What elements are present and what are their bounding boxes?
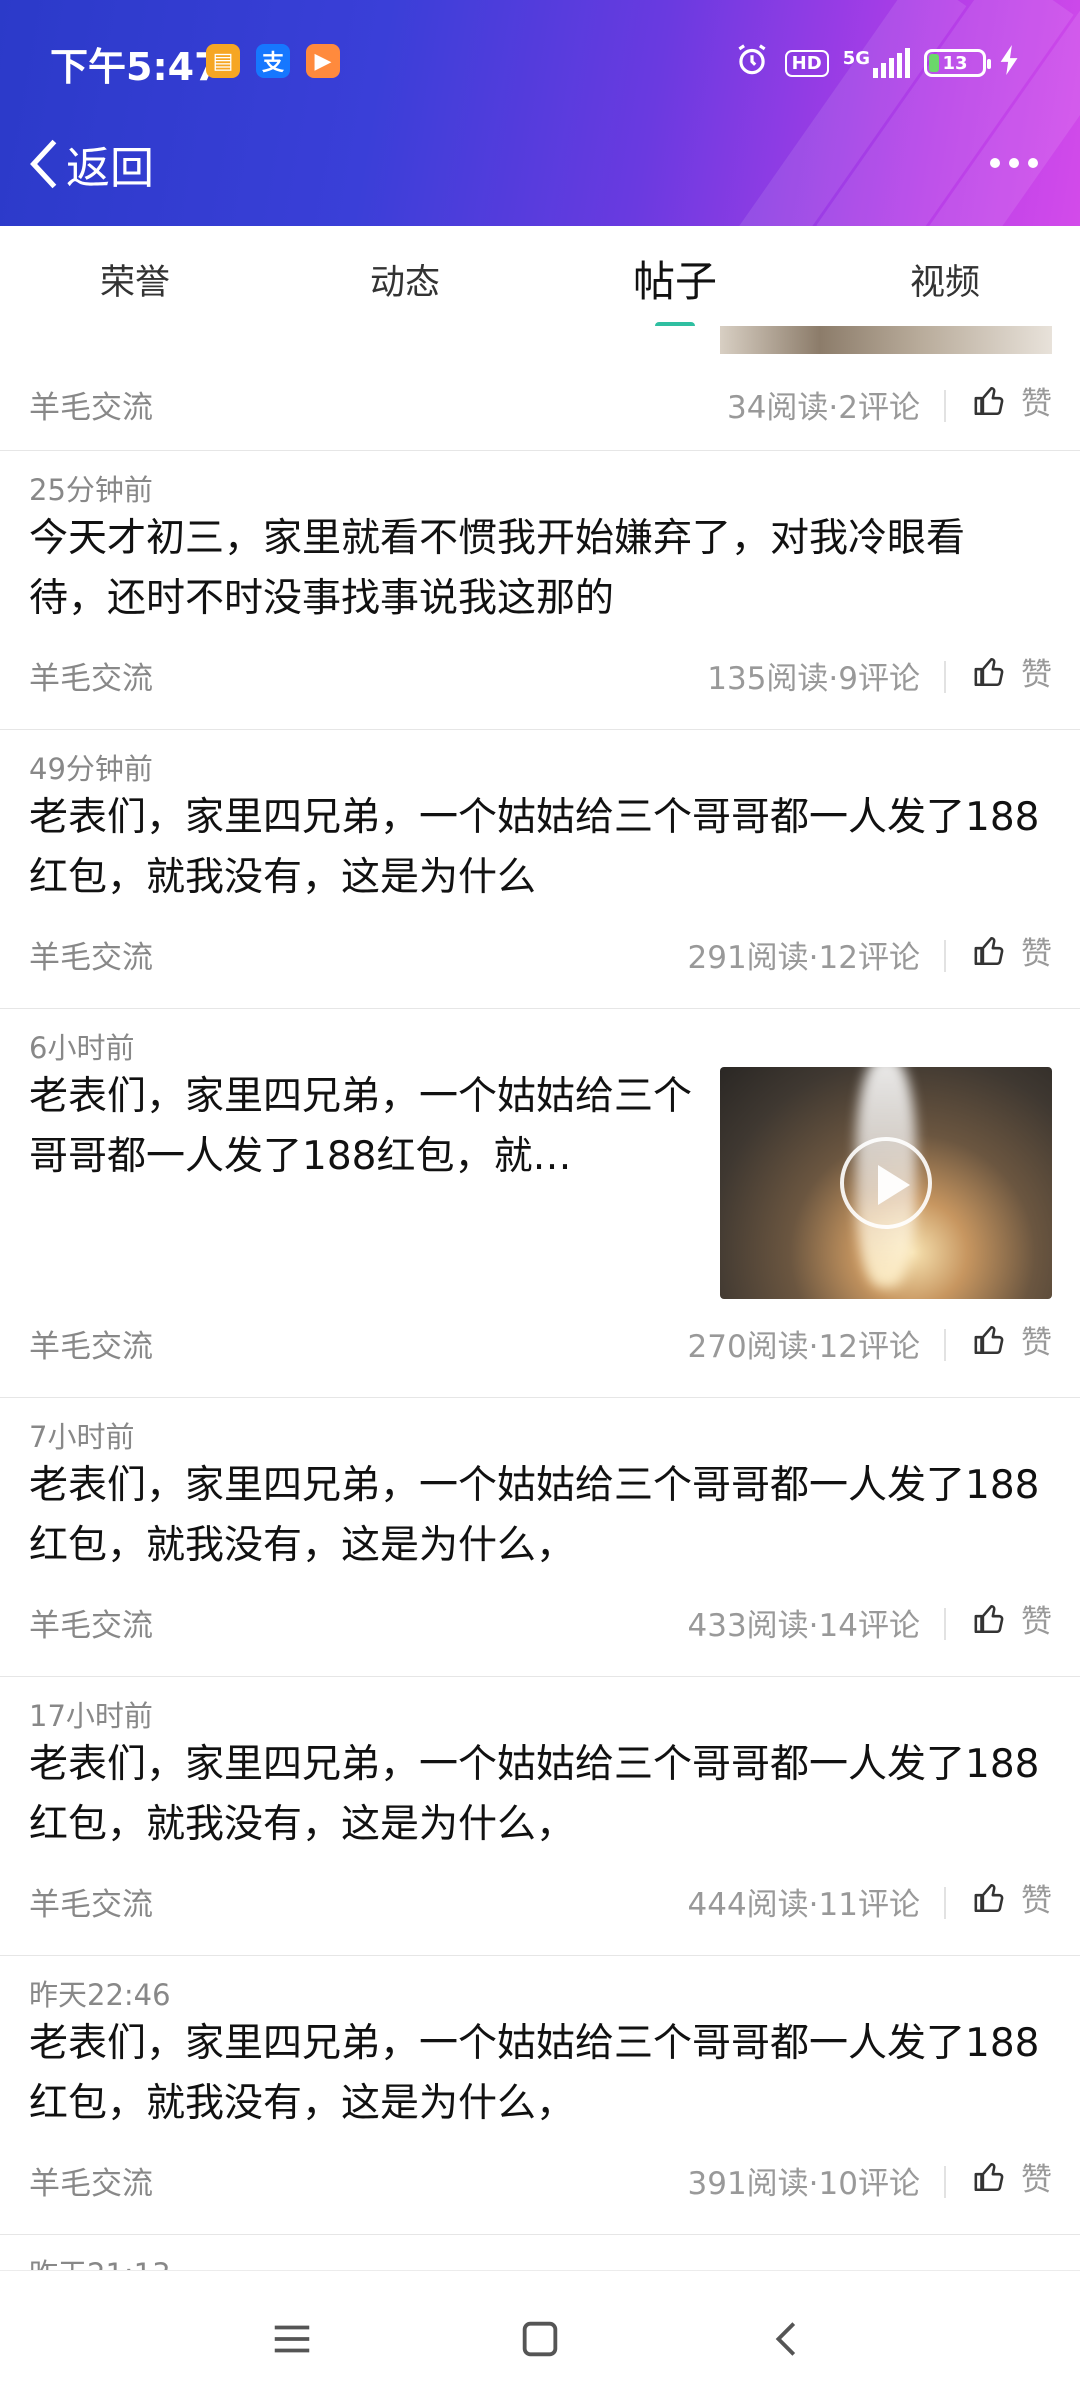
post-title[interactable]: 老表们，家里四兄弟，一个姑姑给三个哥哥都一人发了188红包，就我没有，这是为什么… bbox=[29, 1456, 1042, 1576]
list-item[interactable]: 25分钟前 今天才初三，家里就看不惯我开始嫌弃了，对我冷眼看待，还时不时没事找事… bbox=[0, 451, 1080, 730]
post-stats: 433阅读·14评论 bbox=[687, 1608, 920, 1644]
thumbs-up-icon bbox=[974, 1325, 1004, 1354]
post-stats: 391阅读·10评论 bbox=[687, 2166, 920, 2202]
like-button[interactable]: 赞 bbox=[973, 1596, 1052, 1641]
home-button[interactable] bbox=[510, 2309, 570, 2369]
divider bbox=[944, 661, 946, 693]
like-label: 赞 bbox=[1021, 1883, 1052, 1919]
post-title[interactable]: 老表们，家里四兄弟，一个姑姑给三个哥哥都一人发了188红包，就我没有，这是为什么… bbox=[29, 2014, 1042, 2134]
more-options-icon[interactable] bbox=[990, 158, 1038, 168]
post-stats: 291阅读·12评论 bbox=[687, 940, 920, 976]
chevron-left-icon bbox=[30, 139, 57, 189]
tab-honor[interactable]: 荣誉 bbox=[0, 226, 270, 326]
post-source[interactable]: 羊毛交流 bbox=[29, 2158, 153, 2203]
video-app-icon: ▶ bbox=[306, 44, 340, 78]
post-source[interactable]: 羊毛交流 bbox=[29, 1879, 153, 1924]
post-time: 25分钟前 bbox=[29, 473, 153, 507]
tab-videos[interactable]: 视频 bbox=[810, 226, 1080, 326]
divider bbox=[944, 1887, 946, 1919]
thumbs-up-icon bbox=[974, 2162, 1004, 2191]
divider bbox=[944, 940, 946, 972]
like-label: 赞 bbox=[1021, 936, 1052, 972]
system-navigation-bar bbox=[0, 2270, 1080, 2401]
like-label: 赞 bbox=[1021, 1325, 1052, 1361]
status-time: 下午5:47 bbox=[50, 45, 221, 89]
like-button[interactable]: 赞 bbox=[973, 1875, 1052, 1920]
post-source[interactable]: 羊毛交流 bbox=[29, 1321, 153, 1366]
like-button[interactable]: 赞 bbox=[973, 378, 1052, 423]
battery-icon: 13 bbox=[924, 49, 991, 77]
post-title[interactable]: 老表们，家里四兄弟，一个姑姑给三个哥哥都一人发了188红包，就我没有，这是为什么 bbox=[29, 788, 1042, 908]
thumbs-up-icon bbox=[974, 386, 1004, 415]
thumbs-up-icon bbox=[974, 1883, 1004, 1912]
notes-app-icon: ▤ bbox=[206, 44, 240, 78]
system-back-button[interactable] bbox=[758, 2309, 818, 2369]
list-item[interactable]: 昨天22:46 老表们，家里四兄弟，一个姑姑给三个哥哥都一人发了188红包，就我… bbox=[0, 1956, 1080, 2235]
post-time: 6小时前 bbox=[29, 1031, 135, 1065]
thumbs-up-icon bbox=[974, 657, 1004, 686]
thumbs-up-icon bbox=[974, 1604, 1004, 1633]
like-button[interactable]: 赞 bbox=[973, 928, 1052, 973]
list-item[interactable]: 6小时前 老表们，家里四兄弟，一个姑姑给三个哥哥都一人发了188红包，就… 羊毛… bbox=[0, 1009, 1080, 1398]
like-button[interactable]: 赞 bbox=[973, 2154, 1052, 2199]
like-label: 赞 bbox=[1021, 386, 1052, 422]
menu-button[interactable] bbox=[262, 2309, 322, 2369]
like-label: 赞 bbox=[1021, 657, 1052, 693]
divider bbox=[944, 2166, 946, 2198]
post-time: 49分钟前 bbox=[29, 752, 153, 786]
post-stats: 34阅读·2评论 bbox=[726, 390, 920, 426]
post-time: 7小时前 bbox=[29, 1420, 135, 1454]
header-background: 下午5:47 ▤ 支 ▶ HD 5G 13 返回 bbox=[0, 0, 1080, 226]
nav-bar: 返回 bbox=[0, 120, 1080, 220]
battery-level: 13 bbox=[942, 52, 968, 74]
post-title[interactable]: 老表们，家里四兄弟，一个姑姑给三个哥哥都一人发了188红包，就… bbox=[29, 1067, 700, 1187]
list-item[interactable]: 49分钟前 老表们，家里四兄弟，一个姑姑给三个哥哥都一人发了188红包，就我没有… bbox=[0, 730, 1080, 1009]
post-time: 昨天22:46 bbox=[29, 1978, 171, 2012]
divider bbox=[944, 1329, 946, 1361]
divider bbox=[944, 390, 946, 422]
post-source[interactable]: 羊毛交流 bbox=[29, 932, 153, 977]
status-indicators: HD 5G 13 bbox=[733, 38, 1020, 88]
charging-icon bbox=[1000, 45, 1020, 81]
post-time: 昨天21:13 bbox=[29, 2251, 171, 2270]
post-list[interactable]: 羊毛交流 34阅读·2评论 赞 25分钟前 今天才初三，家里就看不惯我开始嫌弃了… bbox=[0, 326, 1080, 2270]
status-bar: 下午5:47 ▤ 支 ▶ HD 5G 13 bbox=[0, 0, 1080, 128]
list-item[interactable]: 羊毛交流 34阅读·2评论 赞 bbox=[0, 326, 1080, 451]
post-source[interactable]: 羊毛交流 bbox=[29, 653, 153, 698]
tab-activity[interactable]: 动态 bbox=[270, 226, 540, 326]
list-item[interactable]: 17小时前 老表们，家里四兄弟，一个姑姑给三个哥哥都一人发了188红包，就我没有… bbox=[0, 1677, 1080, 1956]
home-square-icon bbox=[522, 2321, 558, 2357]
post-stats: 270阅读·12评论 bbox=[687, 1329, 920, 1365]
list-item[interactable]: 昨天21:13 bbox=[0, 2235, 1080, 2270]
post-time: 17小时前 bbox=[29, 1699, 153, 1733]
like-button[interactable]: 赞 bbox=[973, 1317, 1052, 1362]
like-label: 赞 bbox=[1021, 2162, 1052, 2198]
post-thumbnail[interactable] bbox=[720, 326, 1052, 354]
post-source[interactable]: 羊毛交流 bbox=[29, 382, 153, 427]
alipay-app-icon: 支 bbox=[256, 44, 290, 78]
hd-badge: HD bbox=[784, 49, 829, 77]
network-type-label: 5G bbox=[842, 48, 870, 69]
menu-icon bbox=[274, 2325, 310, 2353]
video-thumbnail[interactable] bbox=[720, 1067, 1052, 1299]
tab-posts[interactable]: 帖子 bbox=[540, 226, 810, 330]
like-button[interactable]: 赞 bbox=[973, 649, 1052, 694]
divider bbox=[944, 1608, 946, 1640]
signal-icon: 5G bbox=[843, 48, 910, 78]
post-title[interactable]: 老表们，家里四兄弟，一个姑姑给三个哥哥都一人发了188红包，就我没有，这是为什么… bbox=[29, 1735, 1042, 1855]
post-stats: 444阅读·11评论 bbox=[687, 1887, 920, 1923]
list-item[interactable]: 7小时前 老表们，家里四兄弟，一个姑姑给三个哥哥都一人发了188红包，就我没有，… bbox=[0, 1398, 1080, 1677]
back-button[interactable]: 返回 bbox=[26, 132, 154, 196]
back-label: 返回 bbox=[66, 143, 154, 194]
back-arrow-icon bbox=[775, 2322, 796, 2356]
play-icon[interactable] bbox=[840, 1137, 932, 1229]
post-source[interactable]: 羊毛交流 bbox=[29, 1600, 153, 1645]
post-stats: 135阅读·9评论 bbox=[707, 661, 920, 697]
alarm-icon bbox=[733, 41, 771, 85]
post-title[interactable]: 今天才初三，家里就看不惯我开始嫌弃了，对我冷眼看待，还时不时没事找事说我这那的 bbox=[29, 509, 1042, 629]
like-label: 赞 bbox=[1021, 1604, 1052, 1640]
tab-bar: 荣誉 动态 帖子 视频 bbox=[0, 226, 1080, 330]
thumbs-up-icon bbox=[974, 936, 1004, 965]
